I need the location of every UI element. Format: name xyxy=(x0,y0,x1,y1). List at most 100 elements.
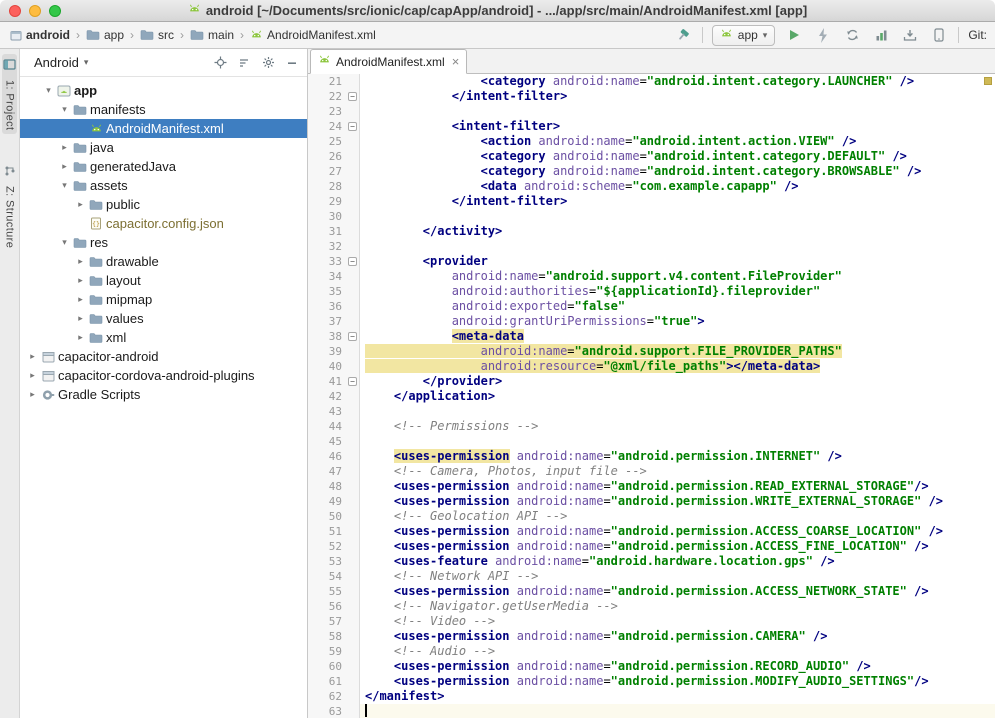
tree-item-capacitor-config-json[interactable]: {}capacitor.config.json xyxy=(20,214,307,233)
tree-item-capacitor-cordova-android-plugins[interactable]: ▸capacitor-cordova-android-plugins xyxy=(20,366,307,385)
code-line-26[interactable]: 26 <category android:name="android.inten… xyxy=(308,149,995,164)
code-line-56[interactable]: 56 <!-- Navigator.getUserMedia --> xyxy=(308,599,995,614)
code-line-43[interactable]: 43 xyxy=(308,404,995,419)
code-line-23[interactable]: 23 xyxy=(308,104,995,119)
tree-item-values[interactable]: ▸values xyxy=(20,309,307,328)
code-line-41[interactable]: 41− </provider> xyxy=(308,374,995,389)
project-tool-button[interactable]: 1: Project xyxy=(2,54,17,134)
code-line-59[interactable]: 59 <!-- Audio --> xyxy=(308,644,995,659)
code-line-61[interactable]: 61 <uses-permission android:name="androi… xyxy=(308,674,995,689)
chevron-collapsed-icon[interactable]: ▸ xyxy=(74,275,87,286)
apply-changes-icon[interactable] xyxy=(813,25,833,45)
code-line-37[interactable]: 37 android:grantUriPermissions="true"> xyxy=(308,314,995,329)
tree-item-androidmanifest-xml[interactable]: AndroidManifest.xml xyxy=(20,119,307,138)
chevron-expanded-icon[interactable]: ▾ xyxy=(58,180,71,191)
code-line-51[interactable]: 51 <uses-permission android:name="androi… xyxy=(308,524,995,539)
tree-item-generatedjava[interactable]: ▸generatedJava xyxy=(20,157,307,176)
collapse-all-icon[interactable] xyxy=(237,56,251,70)
run-button[interactable] xyxy=(784,25,804,45)
code-line-42[interactable]: 42 </application> xyxy=(308,389,995,404)
code-line-27[interactable]: 27 <category android:name="android.inten… xyxy=(308,164,995,179)
code-line-46[interactable]: 46 <uses-permission android:name="androi… xyxy=(308,449,995,464)
code-line-63[interactable]: 63 xyxy=(308,704,995,718)
tree-item-res[interactable]: ▾res xyxy=(20,233,307,252)
code-line-53[interactable]: 53 <uses-feature android:name="android.h… xyxy=(308,554,995,569)
chevron-collapsed-icon[interactable]: ▸ xyxy=(74,332,87,343)
code-line-60[interactable]: 60 <uses-permission android:name="androi… xyxy=(308,659,995,674)
chevron-collapsed-icon[interactable]: ▸ xyxy=(74,199,87,210)
minimize-window-button[interactable] xyxy=(29,5,41,17)
zoom-window-button[interactable] xyxy=(49,5,61,17)
breadcrumb-item-android[interactable]: android xyxy=(8,27,72,43)
tree-item-assets[interactable]: ▾assets xyxy=(20,176,307,195)
code-line-47[interactable]: 47 <!-- Camera, Photos, input file --> xyxy=(308,464,995,479)
breadcrumb-item-app[interactable]: app xyxy=(84,27,126,43)
code-line-24[interactable]: 24− <intent-filter> xyxy=(308,119,995,134)
fold-collapse-icon[interactable]: − xyxy=(348,377,357,386)
settings-gear-icon[interactable] xyxy=(261,56,275,70)
fold-collapse-icon[interactable]: − xyxy=(348,332,357,341)
chevron-collapsed-icon[interactable]: ▸ xyxy=(74,256,87,267)
chevron-expanded-icon[interactable]: ▾ xyxy=(58,104,71,115)
code-line-36[interactable]: 36 android:exported="false" xyxy=(308,299,995,314)
code-line-39[interactable]: 39 android:name="android.support.FILE_PR… xyxy=(308,344,995,359)
code-line-35[interactable]: 35 android:authorities="${applicationId}… xyxy=(308,284,995,299)
chevron-collapsed-icon[interactable]: ▸ xyxy=(26,370,39,381)
code-line-58[interactable]: 58 <uses-permission android:name="androi… xyxy=(308,629,995,644)
tree-item-manifests[interactable]: ▾manifests xyxy=(20,100,307,119)
code-line-30[interactable]: 30 xyxy=(308,209,995,224)
code-line-45[interactable]: 45 xyxy=(308,434,995,449)
code-line-54[interactable]: 54 <!-- Network API --> xyxy=(308,569,995,584)
code-area[interactable]: 21 <category android:name="android.inten… xyxy=(308,74,995,718)
code-line-21[interactable]: 21 <category android:name="android.inten… xyxy=(308,74,995,89)
tree-item-xml[interactable]: ▸xml xyxy=(20,328,307,347)
tree-item-mipmap[interactable]: ▸mipmap xyxy=(20,290,307,309)
breadcrumb-item-src[interactable]: src xyxy=(138,27,176,43)
code-line-28[interactable]: 28 <data android:scheme="com.example.cap… xyxy=(308,179,995,194)
code-line-44[interactable]: 44 <!-- Permissions --> xyxy=(308,419,995,434)
project-view-selector[interactable]: Android ▾ xyxy=(34,55,88,70)
structure-tool-button[interactable]: Z: Structure xyxy=(3,160,17,252)
tree-item-layout[interactable]: ▸layout xyxy=(20,271,307,290)
make-project-icon[interactable] xyxy=(673,25,693,45)
device-manager-icon[interactable] xyxy=(929,25,949,45)
code-line-57[interactable]: 57 <!-- Video --> xyxy=(308,614,995,629)
chevron-collapsed-icon[interactable]: ▸ xyxy=(26,389,39,400)
close-tab-icon[interactable]: × xyxy=(452,54,460,69)
code-line-50[interactable]: 50 <!-- Geolocation API --> xyxy=(308,509,995,524)
code-line-34[interactable]: 34 android:name="android.support.v4.cont… xyxy=(308,269,995,284)
code-line-62[interactable]: 62</manifest> xyxy=(308,689,995,704)
code-line-32[interactable]: 32 xyxy=(308,239,995,254)
breadcrumb-item-androidmanifest-xml[interactable]: AndroidManifest.xml xyxy=(248,27,378,43)
tab-androidmanifest-xml[interactable]: AndroidManifest.xml × xyxy=(310,49,467,74)
code-line-25[interactable]: 25 <action android:name="android.intent.… xyxy=(308,134,995,149)
inspection-indicator[interactable] xyxy=(984,77,992,85)
breadcrumb-item-main[interactable]: main xyxy=(188,27,236,43)
tree-item-public[interactable]: ▸public xyxy=(20,195,307,214)
tree-item-java[interactable]: ▸java xyxy=(20,138,307,157)
sdk-manager-icon[interactable] xyxy=(900,25,920,45)
code-line-22[interactable]: 22− </intent-filter> xyxy=(308,89,995,104)
chevron-collapsed-icon[interactable]: ▸ xyxy=(58,142,71,153)
run-config-select[interactable]: app ▾ xyxy=(712,25,776,46)
git-label[interactable]: Git: xyxy=(968,28,987,42)
tree-item-drawable[interactable]: ▸drawable xyxy=(20,252,307,271)
code-line-31[interactable]: 31 </activity> xyxy=(308,224,995,239)
chevron-collapsed-icon[interactable]: ▸ xyxy=(26,351,39,362)
fold-collapse-icon[interactable]: − xyxy=(348,257,357,266)
locate-file-icon[interactable] xyxy=(213,56,227,70)
tree-item-capacitor-android[interactable]: ▸capacitor-android xyxy=(20,347,307,366)
code-line-52[interactable]: 52 <uses-permission android:name="androi… xyxy=(308,539,995,554)
code-line-38[interactable]: 38− <meta-data xyxy=(308,329,995,344)
chevron-collapsed-icon[interactable]: ▸ xyxy=(74,313,87,324)
code-line-40[interactable]: 40 android:resource="@xml/file_paths"></… xyxy=(308,359,995,374)
close-window-button[interactable] xyxy=(9,5,21,17)
code-line-29[interactable]: 29 </intent-filter> xyxy=(308,194,995,209)
tree-item-gradle-scripts[interactable]: ▸Gradle Scripts xyxy=(20,385,307,404)
sync-project-icon[interactable] xyxy=(842,25,862,45)
code-line-49[interactable]: 49 <uses-permission android:name="androi… xyxy=(308,494,995,509)
fold-collapse-icon[interactable]: − xyxy=(348,92,357,101)
chevron-expanded-icon[interactable]: ▾ xyxy=(58,237,71,248)
chevron-expanded-icon[interactable]: ▾ xyxy=(42,85,55,96)
chevron-collapsed-icon[interactable]: ▸ xyxy=(74,294,87,305)
